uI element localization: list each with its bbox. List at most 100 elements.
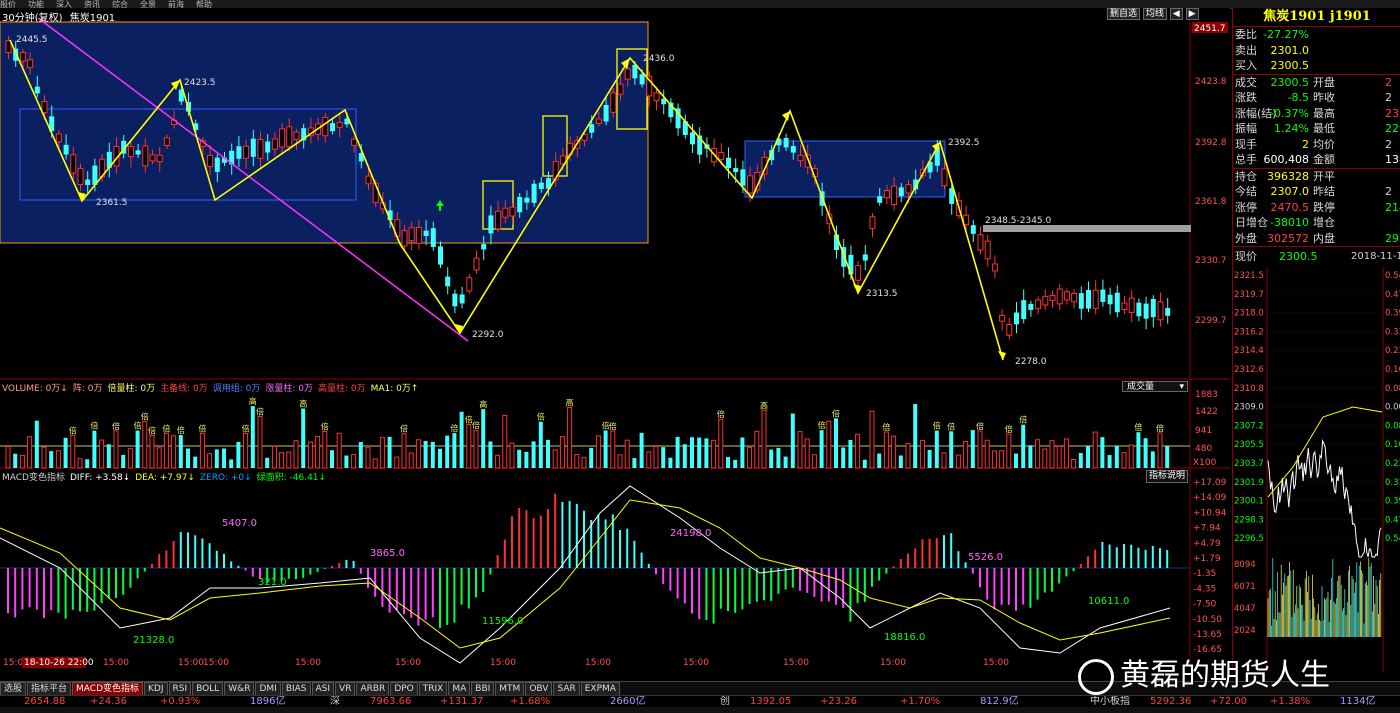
chart-area[interactable]: 2445.5 2423.5 2361.5 2292.0 2436.0 2392.5 2348…	[0, 8, 1230, 668]
volume-bar	[250, 406, 255, 468]
mini-price-tick: 2300.1	[1234, 497, 1264, 507]
indicator-tab[interactable]: EXPMA	[580, 682, 620, 695]
volume-bar	[63, 437, 68, 468]
period-label[interactable]: 30分钟(复权) 焦炭1901	[2, 9, 115, 24]
price-annotation-p6: 2392.5	[948, 138, 980, 148]
indicator-tab[interactable]: 指标平台	[27, 682, 72, 695]
quote-row: 涨停 2470.5跌停 214	[1233, 200, 1400, 216]
macd-bar	[619, 530, 621, 568]
macd-bar	[43, 568, 45, 618]
indicator-tab[interactable]: MACD变色指标	[72, 682, 144, 695]
volume-bar	[668, 457, 673, 468]
indicator-tab[interactable]: RSI	[168, 682, 192, 695]
macd-bar	[424, 568, 427, 620]
indicator-tab[interactable]: 选股	[0, 682, 27, 695]
macd-bar	[561, 501, 564, 568]
macd-bar	[1151, 545, 1154, 568]
indicator-tab[interactable]: VR	[335, 682, 356, 695]
indicator-tab[interactable]: DPO	[390, 682, 418, 695]
indicator-tab[interactable]: W&R	[224, 682, 255, 695]
indicator-tab[interactable]: BBI	[471, 682, 495, 695]
macd-bar	[928, 538, 931, 568]
bottom-strip	[0, 707, 1400, 713]
delete-watchlist-button[interactable]: 删自选	[1107, 8, 1141, 20]
nav-right-button[interactable]: ▶	[1185, 8, 1199, 20]
nav-left-button[interactable]: ◀	[1169, 8, 1183, 20]
volume-bar	[905, 442, 911, 469]
volume-bar	[257, 416, 263, 469]
indicator-tab[interactable]: TRIX	[418, 682, 448, 695]
price-annotation-p8: 2313.5	[866, 289, 898, 299]
quote-value: 396328	[1267, 169, 1309, 183]
volume-bar	[163, 432, 169, 469]
macd-bar	[1079, 563, 1082, 568]
time-tick: 15:00	[683, 658, 709, 668]
quote-row: 委比 -27.27%	[1233, 27, 1400, 43]
volume-bar	[1136, 432, 1141, 468]
indicator-tab[interactable]: OBV	[525, 682, 553, 695]
quote-value: 232	[1385, 106, 1400, 120]
macd-bar	[921, 539, 924, 568]
indicator-tab[interactable]: BOLL	[192, 682, 224, 695]
quote-value: 229	[1385, 122, 1400, 135]
macd-bar	[1007, 568, 1010, 605]
macd-bar	[662, 568, 665, 584]
volume-marker: 倍	[1134, 422, 1142, 432]
indicator-tab[interactable]: BIAS	[281, 682, 311, 695]
ma-toggle-button[interactable]: 均线	[1142, 8, 1167, 20]
volume-bar	[49, 451, 54, 468]
quote-row: 成交 2300.5 开盘 2	[1233, 75, 1400, 91]
macd-bar	[1029, 568, 1032, 608]
macd-bar	[1130, 544, 1133, 568]
macd-bar	[7, 568, 9, 614]
volume-bar	[34, 420, 39, 468]
indicator-tab[interactable]: SAR	[553, 682, 580, 695]
quote-label: 开平	[1313, 169, 1335, 183]
price-tick: 2299.7	[1195, 316, 1227, 326]
quote-label: 卖出	[1235, 43, 1257, 57]
macd-tick: +14.09	[1193, 493, 1227, 503]
macd-bar	[1159, 548, 1161, 568]
indicator-tab[interactable]: ARBR	[356, 682, 390, 695]
volume-bar	[848, 439, 853, 468]
intraday-mini-chart[interactable]: 2321.5 0.54 2319.7 0.47 2318.0 0.39 2316.2 0.31…	[1233, 267, 1400, 672]
volume-indicator-dropdown[interactable]: 成交量 ▾	[1122, 381, 1188, 392]
macd-bar	[503, 539, 506, 568]
macd-bar	[640, 552, 643, 568]
indicator-tab[interactable]: MA	[448, 682, 471, 695]
mini-pct-tick: 0.47	[1385, 515, 1400, 525]
quote-label: 最低	[1313, 122, 1335, 135]
quote-row: 卖出 2301.0	[1233, 43, 1400, 59]
indicator-tab[interactable]: KDJ	[144, 682, 168, 695]
volume-bar	[517, 449, 522, 468]
quote-value: 214	[1385, 200, 1400, 214]
indicator-help-button[interactable]: 指标说明	[1146, 470, 1189, 483]
quote-row: 涨幅(结)-0.37%最高232	[1233, 106, 1400, 122]
volume-bar	[171, 435, 177, 469]
volume-bar	[423, 441, 428, 468]
volume-bar	[473, 429, 479, 469]
macd-tick: -13.65	[1193, 630, 1222, 640]
volume-marker: 倍	[1156, 423, 1164, 433]
period-text: 30分钟(复权)	[2, 13, 63, 24]
indicator-tab[interactable]: ASI	[311, 682, 335, 695]
macd-bar	[633, 540, 636, 568]
volume-marker: 高	[249, 396, 257, 406]
mini-price-tick: 2303.7	[1234, 459, 1264, 469]
indicator-tab[interactable]: MTM	[495, 682, 525, 695]
volume-bar	[394, 456, 400, 469]
quote-label: 最高	[1313, 106, 1335, 120]
volume-bar	[1078, 453, 1083, 468]
volume-bar	[1014, 453, 1018, 468]
kline-chart-svg[interactable]: 2445.5 2423.5 2361.5 2292.0 2436.0 2392.5 2348…	[0, 8, 1230, 668]
volume-bar	[55, 450, 61, 469]
mini-pct-tick: 0.39	[1385, 309, 1400, 319]
macd-bar	[1072, 568, 1075, 572]
indicator-tab[interactable]: DMI	[255, 682, 281, 695]
mini-price-tick: 2305.5	[1234, 440, 1264, 450]
volume-bar	[193, 456, 198, 468]
volume-marker: 倍	[1005, 424, 1013, 434]
volume-legend-item: 涨量柱: 0万	[265, 384, 313, 394]
macd-bar	[971, 568, 974, 574]
macd-bar	[575, 503, 578, 568]
